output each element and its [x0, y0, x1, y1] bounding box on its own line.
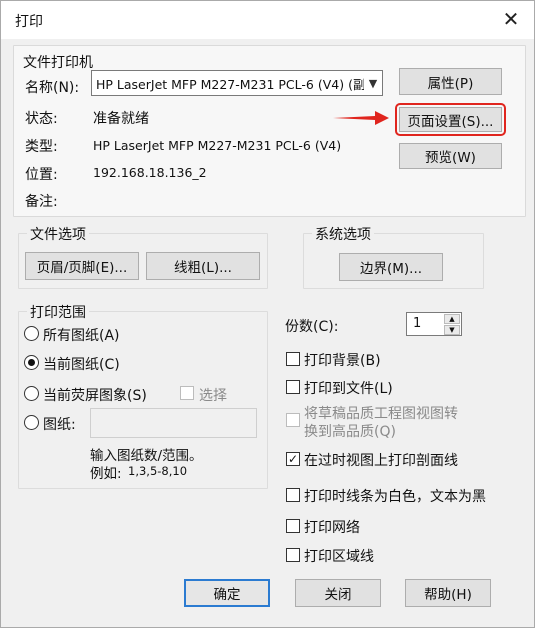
current-view-label: 当前荧屏图象(S): [43, 388, 147, 404]
all-sheets-radio[interactable]: [24, 326, 39, 341]
copies-stepper[interactable]: 1 ▲ ▼: [406, 312, 462, 336]
status-label: 状态:: [25, 111, 58, 127]
type-label: 类型:: [25, 139, 58, 155]
window-title: 打印: [15, 14, 43, 30]
print-background-checkbox[interactable]: [286, 352, 300, 366]
ok-button[interactable]: 确定: [184, 579, 270, 607]
print-grid-checkbox[interactable]: [286, 519, 300, 533]
range-hint-example-value: 1,3,5-8,10: [128, 464, 188, 478]
margins-button[interactable]: 边界(M)...: [339, 253, 443, 281]
line-weight-button[interactable]: 线粗(L)...: [146, 252, 260, 280]
print-range-label: 打印范围: [27, 302, 89, 322]
print-area-lines-label: 打印区域线: [304, 549, 374, 565]
sheets-label: 图纸:: [43, 417, 76, 433]
chevron-down-icon: ▼: [368, 76, 378, 90]
range-hint-example-label: 例如:: [90, 466, 122, 482]
file-options-label: 文件选项: [27, 224, 89, 244]
spin-down-icon[interactable]: ▼: [444, 325, 460, 335]
header-footer-button[interactable]: 页眉/页脚(E)...: [25, 252, 139, 280]
print-to-file-label: 打印到文件(L): [304, 381, 393, 397]
draft-quality-checkbox[interactable]: [286, 413, 300, 427]
copies-label: 份数(C):: [285, 319, 339, 335]
close-icon[interactable]: ✕: [496, 5, 526, 33]
location-label: 位置:: [25, 167, 58, 183]
spin-up-icon[interactable]: ▲: [444, 314, 460, 324]
properties-button[interactable]: 属性(P): [399, 68, 502, 95]
type-value: HP LaserJet MFP M227-M231 PCL-6 (V4): [93, 138, 342, 153]
printer-group-label: 文件打印机: [20, 52, 96, 72]
location-value: 192.168.18.136_2: [93, 165, 207, 180]
preview-button[interactable]: 预览(W): [399, 143, 502, 169]
copies-value: 1: [413, 316, 422, 331]
print-section-lines-label: 在过时视图上打印剖面线: [304, 453, 458, 469]
title-bar: 打印 ✕: [1, 1, 534, 39]
all-sheets-label: 所有图纸(A): [43, 328, 120, 344]
printer-name-label: 名称(N):: [25, 80, 80, 96]
page-setup-button[interactable]: 页面设置(S)...: [399, 107, 502, 132]
sheets-radio[interactable]: [24, 415, 39, 430]
red-arrow-icon: [333, 111, 389, 125]
current-sheet-label: 当前图纸(C): [43, 357, 120, 373]
print-section-lines-checkbox[interactable]: ✓: [286, 452, 300, 466]
comment-label: 备注:: [25, 194, 58, 210]
print-area-lines-checkbox[interactable]: [286, 548, 300, 562]
draft-quality-line2: 换到高品质(Q): [304, 424, 396, 440]
draft-quality-line1: 将草稿品质工程图视图转: [304, 406, 458, 422]
print-background-label: 打印背景(B): [304, 353, 381, 369]
print-grid-label: 打印网络: [304, 520, 360, 536]
close-button[interactable]: 关闭: [295, 579, 381, 607]
system-options-label: 系统选项: [312, 224, 374, 244]
help-button[interactable]: 帮助(H): [405, 579, 491, 607]
range-hint-line1: 输入图纸数/范围。: [90, 448, 203, 464]
lines-white-checkbox[interactable]: [286, 488, 300, 502]
print-to-file-checkbox[interactable]: [286, 380, 300, 394]
current-sheet-radio[interactable]: [24, 355, 39, 370]
printer-name-value: HP LaserJet MFP M227-M231 PCL-6 (V4) (副本: [96, 76, 364, 92]
selection-label: 选择: [199, 388, 227, 404]
status-value: 准备就绪: [93, 111, 149, 127]
printer-name-select[interactable]: HP LaserJet MFP M227-M231 PCL-6 (V4) (副本…: [91, 70, 383, 96]
selection-checkbox[interactable]: [180, 386, 194, 400]
lines-white-label: 打印时线条为白色，文本为黑: [304, 489, 486, 505]
current-view-radio[interactable]: [24, 386, 39, 401]
sheets-range-input[interactable]: [90, 408, 257, 438]
print-dialog: 打印 ✕ 文件打印机 名称(N): HP LaserJet MFP M227-M…: [0, 0, 535, 628]
